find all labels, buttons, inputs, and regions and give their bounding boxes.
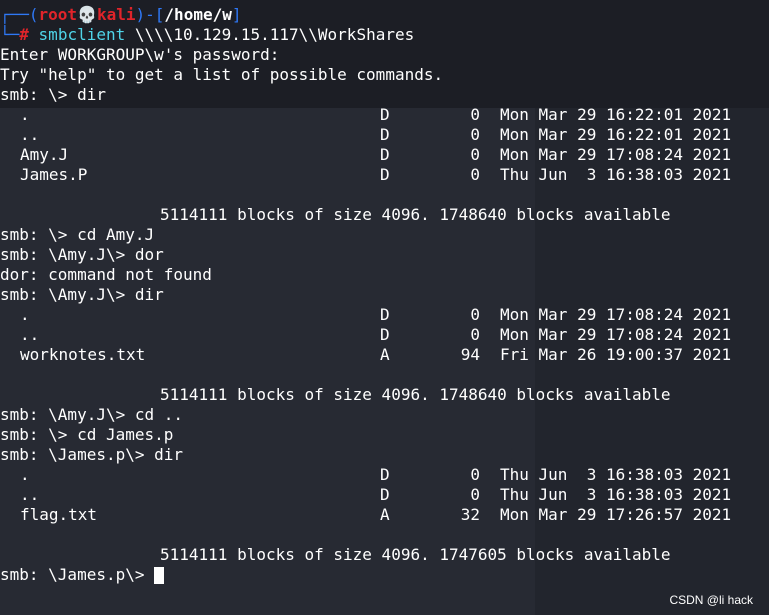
entry-attr: D [380, 145, 390, 164]
entry-date: Mon Mar 29 16:22:01 2021 [500, 105, 732, 124]
entry-name: .. [20, 125, 40, 144]
smb-command-line: smb: \Amy.J\> dor [0, 245, 164, 264]
entry-date: Mon Mar 29 16:22:01 2021 [500, 125, 732, 144]
entry-date: Fri Mar 26 19:00:37 2021 [500, 345, 732, 364]
entry-attr: A [380, 505, 390, 524]
entry-size: 0 [470, 105, 480, 124]
prompt-hash: # [19, 25, 29, 44]
command-args: \\\\10.129.15.117\\WorkShares [125, 25, 415, 44]
listing-row: Amy.J D 0 Mon Mar 29 17:08:24 2021 [0, 145, 769, 165]
listing-row: . D 0 Thu Jun 3 16:38:03 2021 [0, 465, 769, 485]
blocks-summary: 5114111 blocks of size 4096. 1747605 blo… [160, 545, 671, 564]
prompt-line-1: ┌──(root💀kali)-[/home/w] [0, 5, 242, 24]
password-prompt: Enter WORKGROUP\w's password: [0, 45, 280, 64]
listing-row: .. D 0 Mon Mar 29 16:22:01 2021 [0, 125, 769, 145]
listing-row: . D 0 Mon Mar 29 16:22:01 2021 [0, 105, 769, 125]
smb-command-line: smb: \> cd Amy.J [0, 225, 155, 244]
prompt-host: kali [96, 5, 136, 24]
entry-name: .. [20, 325, 40, 344]
entry-name: .. [20, 485, 40, 504]
entry-size: 0 [470, 465, 480, 484]
entry-attr: A [380, 345, 390, 364]
entry-name: flag.txt [20, 505, 98, 524]
final-prompt: smb: \James.p\> [0, 565, 155, 584]
terminal-cursor[interactable] [154, 567, 165, 584]
help-hint: Try "help" to get a list of possible com… [0, 65, 444, 84]
entry-size: 0 [470, 485, 480, 504]
entry-size: 32 [460, 505, 480, 524]
listing-row: James.P D 0 Thu Jun 3 16:38:03 2021 [0, 165, 769, 185]
smb-command-line: smb: \James.p\> dir [0, 445, 184, 464]
entry-date: Mon Mar 29 17:26:57 2021 [500, 505, 732, 524]
entry-date: Thu Jun 3 16:38:03 2021 [500, 485, 732, 504]
entry-name: worknotes.txt [20, 345, 146, 364]
entry-attr: D [380, 485, 390, 504]
entry-date: Mon Mar 29 17:08:24 2021 [500, 305, 732, 324]
smb-command-line: smb: \> dir [0, 85, 106, 104]
entry-attr: D [380, 305, 390, 324]
entry-attr: D [380, 105, 390, 124]
listing-row: .. D 0 Thu Jun 3 16:38:03 2021 [0, 485, 769, 505]
command-name: smbclient [38, 25, 126, 44]
blocks-summary: 5114111 blocks of size 4096. 1748640 blo… [160, 385, 671, 404]
prompt-user: root [38, 5, 78, 24]
entry-name: James.P [20, 165, 88, 184]
terminal[interactable]: ┌──(root💀kali)-[/home/w] └─# smbclient \… [0, 5, 769, 585]
final-prompt-line[interactable]: smb: \James.p\> [0, 565, 769, 585]
entry-name: Amy.J [20, 145, 69, 164]
entry-name: . [20, 105, 30, 124]
entry-size: 0 [470, 305, 480, 324]
entry-size: 0 [470, 165, 480, 184]
skull-icon: 💀 [77, 5, 97, 24]
smb-command-line: smb: \Amy.J\> cd .. [0, 405, 184, 424]
entry-attr: D [380, 165, 390, 184]
entry-attr: D [380, 125, 390, 144]
error-message: dor: command not found [0, 265, 212, 284]
entry-date: Thu Jun 3 16:38:03 2021 [500, 465, 732, 484]
entry-size: 0 [470, 325, 480, 344]
watermark: CSDN @li hack [669, 593, 753, 607]
listing-row: flag.txt A 32 Mon Mar 29 17:26:57 2021 [0, 505, 769, 525]
entry-size: 94 [460, 345, 480, 364]
entry-size: 0 [470, 125, 480, 144]
smb-command-line: smb: \> cd James.p [0, 425, 174, 444]
smb-command-line: smb: \Amy.J\> dir [0, 285, 164, 304]
listing-row: . D 0 Mon Mar 29 17:08:24 2021 [0, 305, 769, 325]
listing-row: .. D 0 Mon Mar 29 17:08:24 2021 [0, 325, 769, 345]
entry-name: . [20, 465, 30, 484]
entry-attr: D [380, 325, 390, 344]
entry-size: 0 [470, 145, 480, 164]
prompt-path: /home/w [164, 5, 232, 24]
prompt-line-2: └─# smbclient \\\\10.129.15.117\\WorkSha… [0, 25, 415, 44]
entry-date: Mon Mar 29 17:08:24 2021 [500, 145, 732, 164]
entry-date: Mon Mar 29 17:08:24 2021 [500, 325, 732, 344]
listing-row: worknotes.txt A 94 Fri Mar 26 19:00:37 2021 [0, 345, 769, 365]
entry-name: . [20, 305, 30, 324]
blocks-summary: 5114111 blocks of size 4096. 1748640 blo… [160, 205, 671, 224]
entry-date: Thu Jun 3 16:38:03 2021 [500, 165, 732, 184]
entry-attr: D [380, 465, 390, 484]
